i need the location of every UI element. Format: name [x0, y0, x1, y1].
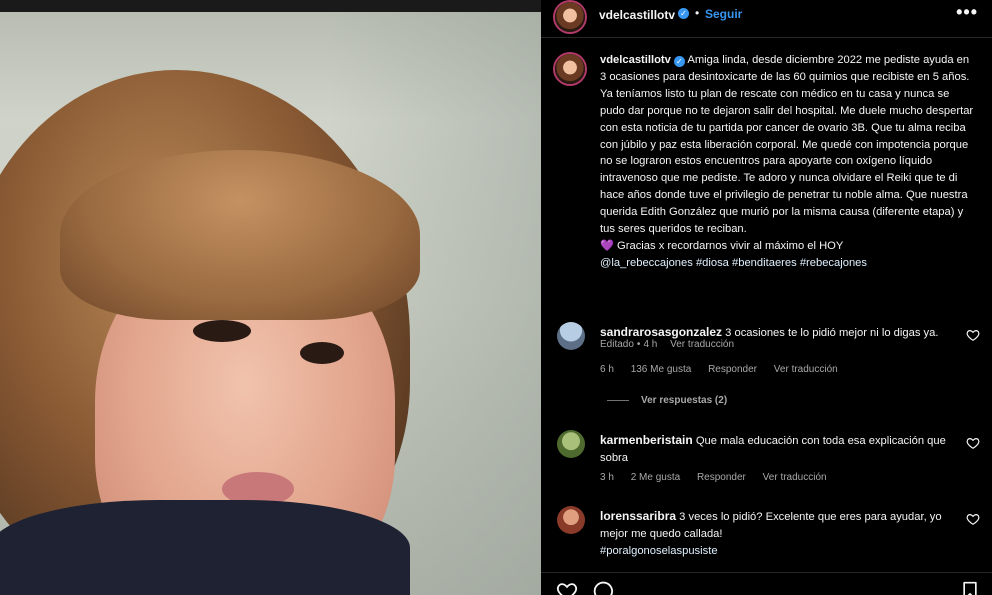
post-photo[interactable] — [0, 0, 541, 595]
post-sidebar: vdelcastillotv ✓ • Seguir ••• vdelcastil… — [541, 0, 992, 595]
author-username[interactable]: vdelcastillotv — [599, 8, 675, 22]
purple-heart-emoji: 💜 — [600, 239, 614, 252]
action-bar — [541, 572, 992, 595]
comment-reply-button[interactable]: Responder — [697, 472, 746, 483]
view-replies-label: Ver respuestas (2) — [641, 395, 728, 406]
caption-body: Amiga linda, desde diciembre 2022 me ped… — [600, 54, 974, 236]
replies-line — [607, 399, 629, 401]
comment-time[interactable]: 6 h — [600, 364, 614, 375]
photo-jacket — [0, 500, 410, 595]
caption-avatar[interactable] — [555, 54, 585, 84]
caption-text: vdelcastillotv ✓ Amiga linda, desde dicie… — [600, 52, 976, 272]
comment-meta: 6 h 136 Me gusta Responder Ver traducció… — [600, 364, 852, 375]
comment-translate-link[interactable]: Ver traducción — [774, 364, 838, 375]
comment-likes[interactable]: 2 Me gusta — [631, 472, 680, 483]
comment-reply-button[interactable]: Responder — [708, 364, 757, 375]
comment-text: lorenssaribra 3 veces lo pidió? Excelent… — [600, 508, 960, 560]
commenter-avatar[interactable] — [557, 506, 585, 534]
comment-time[interactable]: 3 h — [600, 472, 614, 483]
photo-bangs — [60, 150, 420, 320]
follow-button[interactable]: Seguir — [705, 7, 742, 21]
comment-text: sandrarosasgonzalez 3 ocasiones te lo pi… — [600, 324, 960, 342]
photo-eye-right — [300, 342, 344, 364]
bookmark-icon[interactable] — [960, 580, 980, 595]
commenter-username[interactable]: sandrarosasgonzalez — [600, 325, 722, 339]
comment-meta: 3 h 2 Me gusta Responder Ver traducción — [600, 472, 841, 483]
header-separator: • — [695, 6, 700, 20]
caption-closing: Gracias x recordarnos vivir al máximo el… — [617, 239, 844, 252]
verified-icon: ✓ — [673, 56, 685, 67]
post-header: vdelcastillotv ✓ • Seguir ••• — [541, 0, 992, 38]
verified-icon: ✓ — [678, 8, 689, 19]
comment-translate-link[interactable]: Ver traducción — [763, 472, 827, 483]
author-avatar[interactable] — [555, 2, 585, 32]
heart-icon[interactable] — [556, 580, 578, 595]
photo-eye-left — [193, 320, 251, 342]
view-replies-button[interactable]: Ver respuestas (2) — [607, 395, 727, 406]
caption-hashtags[interactable]: @la_rebeccajones #diosa #benditaeres #re… — [600, 257, 867, 269]
commenter-username[interactable]: karmenberistain — [600, 433, 693, 447]
comment-body: 3 ocasiones te lo pidió mejor ni lo diga… — [725, 327, 939, 339]
comment-heart-icon[interactable] — [966, 328, 980, 342]
comment-heart-icon[interactable] — [966, 512, 980, 526]
commenter-username[interactable]: lorenssaribra — [600, 509, 676, 523]
commenter-avatar[interactable] — [557, 430, 585, 458]
more-options-icon[interactable]: ••• — [956, 2, 978, 23]
comment-heart-icon[interactable] — [966, 436, 980, 450]
comment-hashtag[interactable]: #poralgonoselaspusiste — [600, 545, 718, 557]
comment-text: karmenberistain Que mala educación con t… — [600, 432, 960, 467]
comment-likes[interactable]: 136 Me gusta — [631, 364, 692, 375]
comment-icon[interactable] — [592, 580, 614, 595]
commenter-avatar[interactable] — [557, 322, 585, 350]
caption-username[interactable]: vdelcastillotv — [600, 54, 671, 66]
